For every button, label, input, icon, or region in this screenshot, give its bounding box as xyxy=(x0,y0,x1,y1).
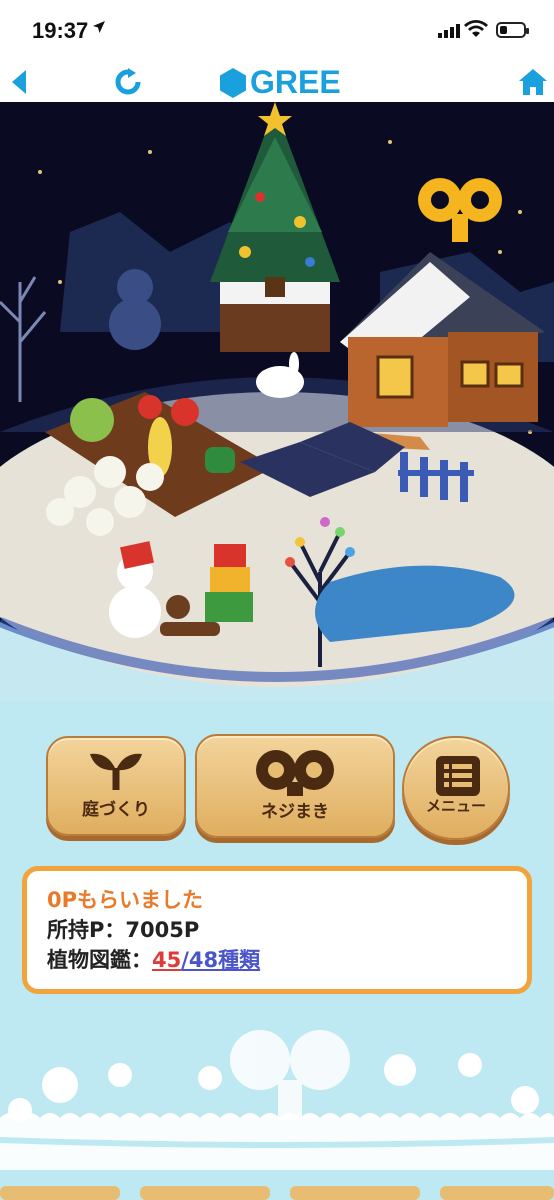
wind-key-icon xyxy=(256,750,334,796)
plant-catalog-label: 植物図鑑： xyxy=(47,948,152,972)
garden-button[interactable]: 庭づくり xyxy=(46,736,186,836)
plant-catalog-line: 植物図鑑：45/48種類 xyxy=(47,945,507,975)
action-buttons: 庭づくり ネジまき メニュー xyxy=(0,730,554,845)
gree-hexagon-icon xyxy=(220,67,246,98)
info-panel: 0Pもらいました 所持P：7005P 植物図鑑：45/48種類 xyxy=(22,866,532,994)
garden-button-label: 庭づくり xyxy=(82,800,150,820)
browser-navbar: GREE xyxy=(0,62,554,102)
brand-text: GREE xyxy=(250,64,341,100)
menu-list-icon xyxy=(436,756,480,796)
points-received-message: 0Pもらいました xyxy=(47,888,204,912)
plant-catalog-total-link[interactable]: /48種類 xyxy=(181,948,260,972)
location-arrow-icon xyxy=(93,21,105,33)
gree-logo[interactable]: GREE xyxy=(220,64,341,101)
wind-button[interactable]: ネジまき xyxy=(195,734,395,838)
battery-icon xyxy=(496,22,529,38)
bottom-decoration xyxy=(0,1000,554,1200)
status-time: 19:37 xyxy=(32,18,89,43)
sprout-icon xyxy=(90,753,142,790)
reload-icon[interactable] xyxy=(114,68,142,96)
menu-button-label: メニュー xyxy=(425,797,486,815)
status-bar: 19:37 xyxy=(0,0,554,62)
menu-button[interactable]: メニュー xyxy=(402,736,510,840)
wind-button-label: ネジまき xyxy=(261,802,329,822)
back-arrow-icon[interactable] xyxy=(8,68,30,96)
points-owned: 所持P：7005P xyxy=(47,918,200,942)
signal-icon xyxy=(438,24,460,38)
wifi-icon xyxy=(464,20,488,37)
home-icon[interactable] xyxy=(518,68,548,96)
garden-scene xyxy=(0,102,554,702)
plant-catalog-count-link[interactable]: 45 xyxy=(152,948,181,972)
